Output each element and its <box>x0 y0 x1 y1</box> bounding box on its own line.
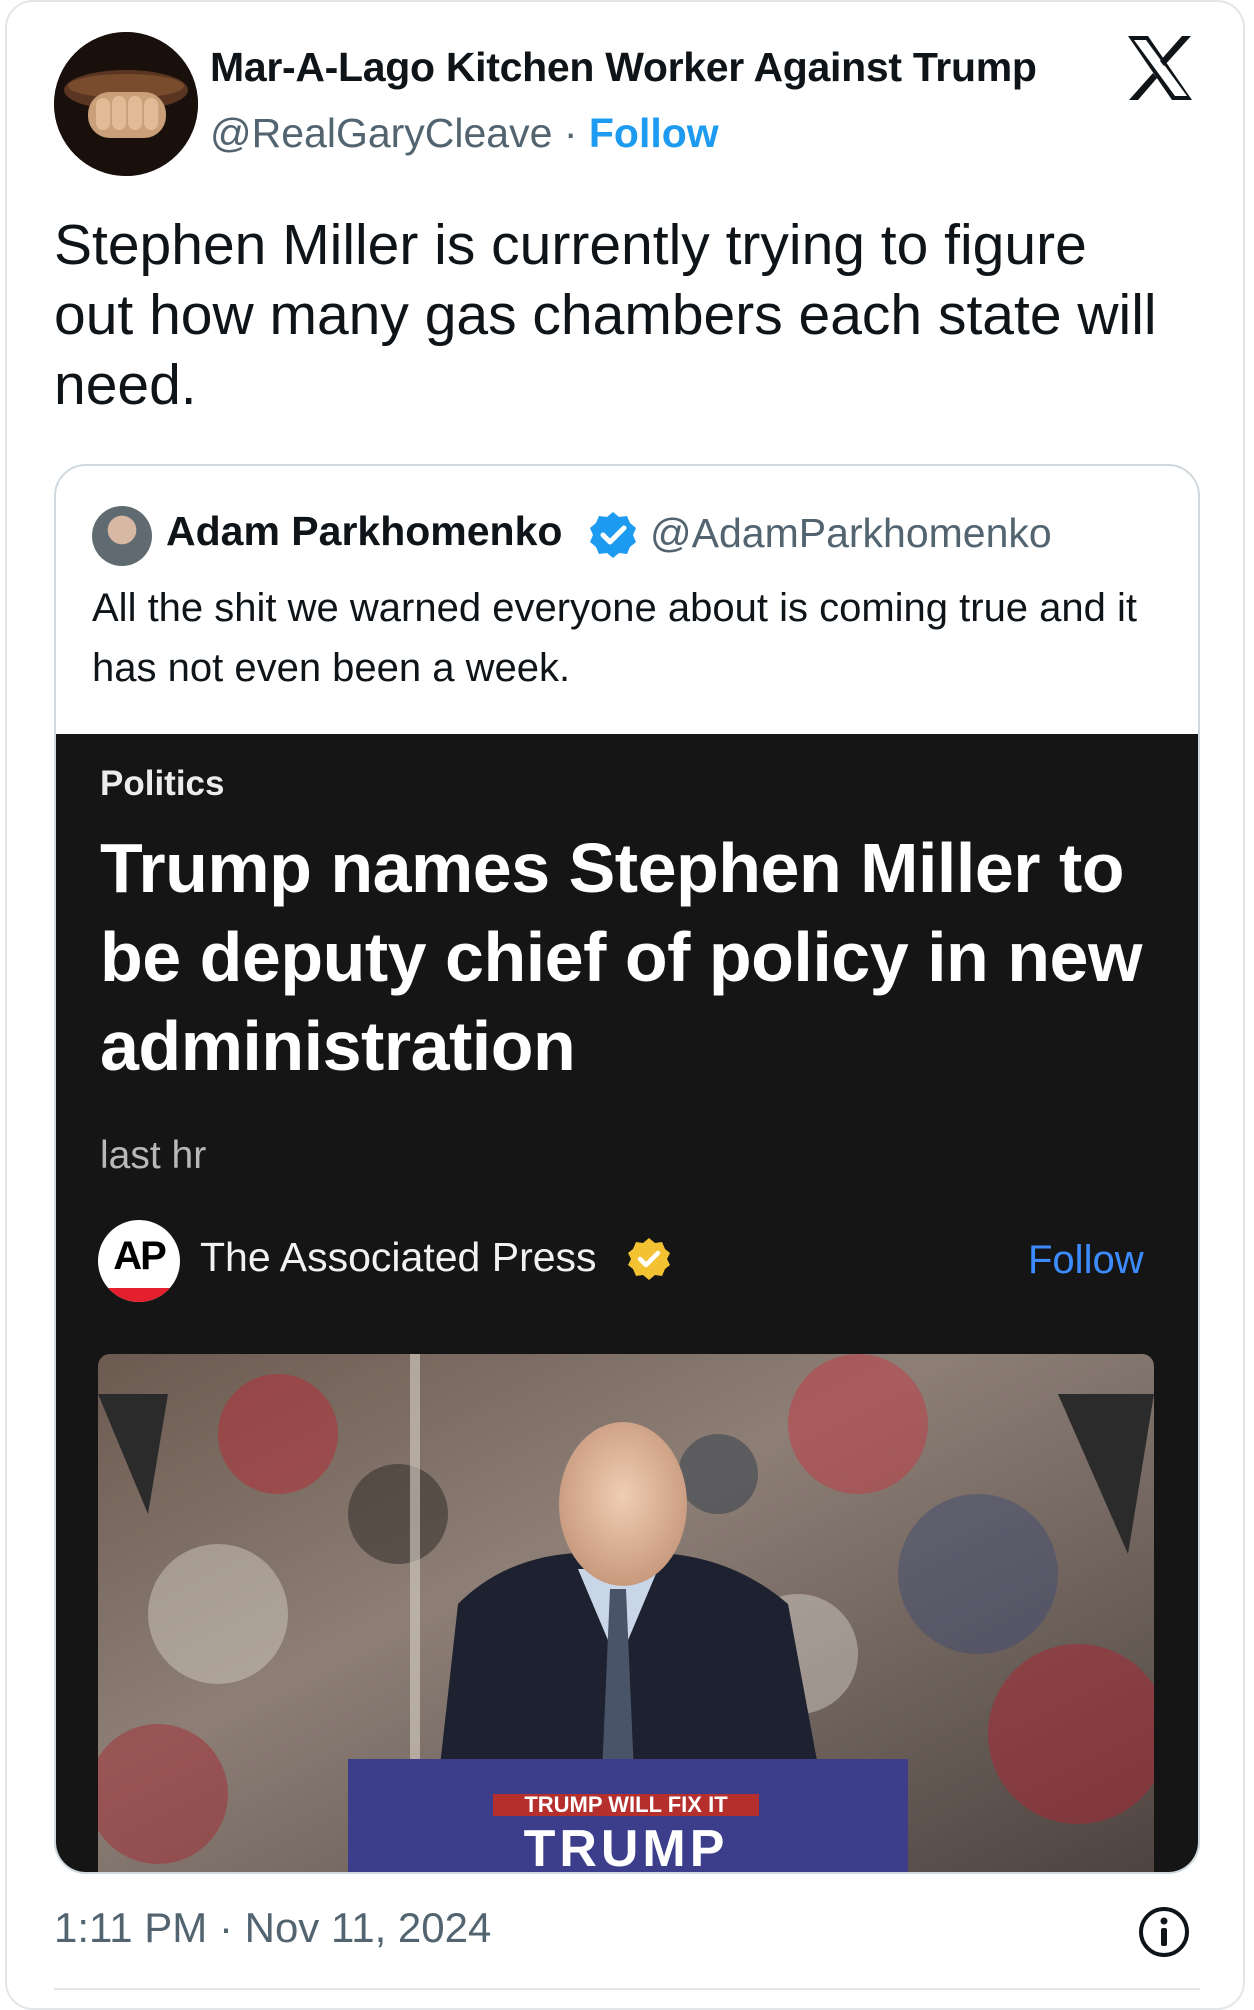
article-follow-button: Follow <box>1028 1238 1144 1282</box>
quoted-tweet[interactable]: Adam Parkhomenko @AdamParkhomenko All th… <box>54 464 1200 1874</box>
tweet-text: Stephen Miller is currently trying to fi… <box>54 213 1157 417</box>
author-handle[interactable]: @RealGaryCleave <box>210 110 552 156</box>
ap-logo-text: AP <box>113 1234 167 1278</box>
author-display-name[interactable]: Mar-A-Lago Kitchen Worker Against Trump <box>210 44 1037 91</box>
handle-separator: · <box>552 110 589 156</box>
quoted-author-name[interactable]: Adam Parkhomenko <box>166 508 562 555</box>
author-avatar[interactable] <box>54 32 198 176</box>
gold-verified-badge-icon <box>628 1238 670 1280</box>
article-time: last hr <box>100 1134 207 1177</box>
podium-name: TRUMP <box>524 1820 729 1874</box>
ap-logo: AP <box>98 1220 180 1302</box>
footer-divider <box>54 1988 1200 1990</box>
article-source-name: The Associated Press <box>200 1234 597 1280</box>
info-icon[interactable] <box>1136 1904 1192 1960</box>
x-logo-icon[interactable] <box>1124 32 1196 104</box>
quoted-author-avatar[interactable] <box>92 506 152 566</box>
article-photo: TRUMP WILL FIX IT TRUMP <box>98 1354 1154 1874</box>
author-handle-row: @RealGaryCleave · Follow <box>210 110 719 157</box>
verified-badge-icon <box>590 512 636 558</box>
podium-slogan: TRUMP WILL FIX IT <box>524 1792 728 1817</box>
tweet-timestamp[interactable]: 1:11 PM · Nov 11, 2024 <box>54 1904 491 1952</box>
follow-button[interactable]: Follow <box>589 110 719 156</box>
article-headline: Trump names Stephen Miller to be deputy … <box>100 829 1142 1085</box>
ap-logo-stripe <box>98 1288 180 1302</box>
quoted-author-handle[interactable]: @AdamParkhomenko <box>650 510 1052 557</box>
article-category: Politics <box>100 764 225 803</box>
article-screenshot: Politics Trump names Stephen Miller to b… <box>56 734 1198 1874</box>
quoted-tweet-text: All the shit we warned everyone about is… <box>92 586 1138 690</box>
